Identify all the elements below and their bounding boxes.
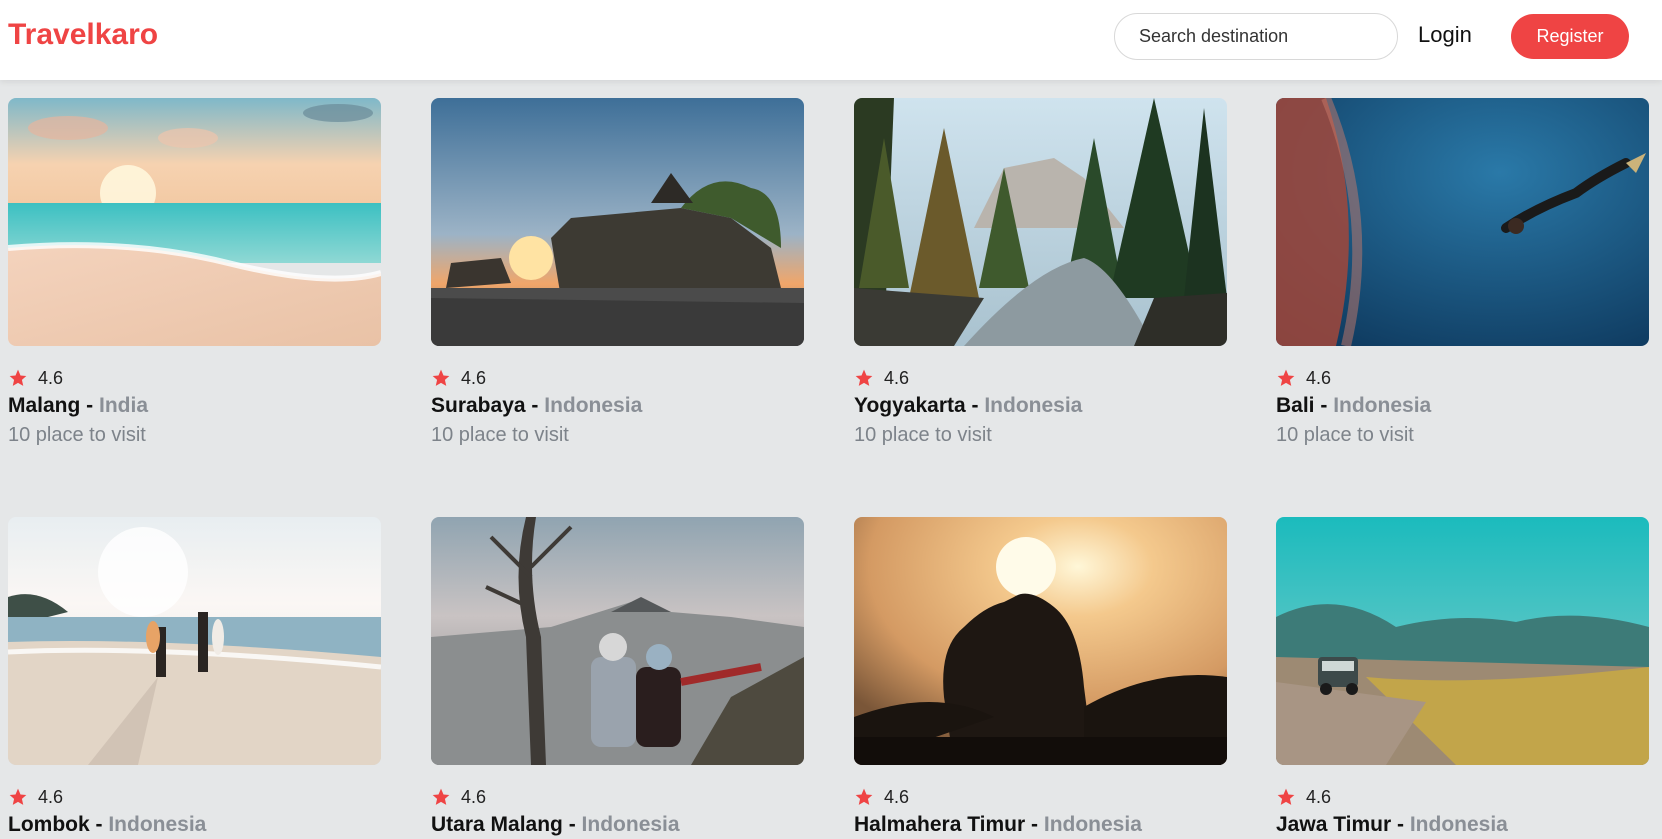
destination-card[interactable]: 4.6 Bali - Indonesia 10 place to visit — [1276, 98, 1649, 446]
destination-image-jeep[interactable] — [1276, 517, 1649, 765]
title-separator: - — [525, 394, 545, 417]
destination-image-surfers[interactable] — [8, 517, 381, 765]
title-separator: - — [1314, 394, 1334, 417]
rating: 4.6 — [431, 787, 486, 807]
destination-card[interactable]: 4.6 Surabaya - Indonesia 10 place to vis… — [431, 98, 804, 446]
rating: 4.6 — [854, 787, 909, 807]
rating-value: 4.6 — [38, 367, 64, 388]
destination-card[interactable]: 4.6 Malang - India 10 place to visit — [8, 98, 381, 446]
destination-title[interactable]: Lombok - Indonesia — [8, 813, 206, 837]
destination-image-underwater[interactable] — [1276, 98, 1649, 346]
title-separator: - — [1391, 813, 1410, 836]
destination-title[interactable]: Jawa Timur - Indonesia — [1276, 813, 1508, 837]
search-input[interactable] — [1114, 13, 1398, 60]
places-count: 10 place to visit — [8, 424, 146, 446]
rating-value: 4.6 — [38, 786, 64, 807]
rating-value: 4.6 — [1306, 786, 1332, 807]
title-separator: - — [562, 813, 582, 836]
star-icon — [855, 369, 873, 386]
rating-value: 4.6 — [884, 786, 910, 807]
star-icon — [9, 369, 27, 386]
country-name: Indonesia — [984, 394, 1083, 417]
city-name: Jawa Timur — [1276, 813, 1392, 836]
rating-value: 4.6 — [461, 367, 487, 388]
destination-card[interactable]: 4.6 Yogyakarta - Indonesia 10 place to v… — [854, 98, 1227, 446]
destination-image-silhouette[interactable] — [854, 517, 1227, 765]
register-button[interactable]: Register — [1511, 14, 1629, 59]
destination-title[interactable]: Malang - India — [8, 394, 148, 418]
rating-value: 4.6 — [461, 786, 487, 807]
rating: 4.6 — [854, 368, 909, 388]
rating: 4.6 — [1276, 787, 1331, 807]
country-name: Indonesia — [544, 394, 643, 417]
city-name: Surabaya — [431, 394, 526, 417]
country-name: Indonesia — [581, 813, 680, 836]
places-count: 10 place to visit — [1276, 424, 1414, 446]
destination-image-beach[interactable] — [8, 98, 381, 346]
logo[interactable]: Travelkaro — [8, 18, 158, 52]
country-name: Indonesia — [1409, 813, 1508, 836]
rating-value: 4.6 — [884, 367, 910, 388]
star-icon — [1277, 369, 1295, 386]
title-separator: - — [80, 394, 100, 417]
destination-image-forest[interactable] — [854, 98, 1227, 346]
destination-card[interactable]: 4.6 Halmahera Timur - Indonesia — [854, 517, 1227, 836]
destination-title[interactable]: Halmahera Timur - Indonesia — [854, 813, 1142, 837]
star-icon — [855, 788, 873, 805]
destination-title[interactable]: Utara Malang - Indonesia — [431, 813, 680, 837]
destination-card[interactable]: 4.6 Lombok - Indonesia — [8, 517, 381, 836]
city-name: Halmahera Timur — [854, 813, 1026, 836]
country-name: Indonesia — [1043, 813, 1142, 836]
destination-title[interactable]: Surabaya - Indonesia — [431, 394, 642, 418]
star-icon — [1277, 788, 1295, 805]
rating: 4.6 — [431, 368, 486, 388]
title-separator: - — [1025, 813, 1044, 836]
places-count: 10 place to visit — [431, 424, 569, 446]
destination-title[interactable]: Bali - Indonesia — [1276, 394, 1431, 418]
title-separator: - — [89, 813, 109, 836]
places-count: 10 place to visit — [854, 424, 992, 446]
country-name: Indonesia — [108, 813, 207, 836]
country-name: India — [99, 394, 149, 417]
country-name: Indonesia — [1333, 394, 1432, 417]
rating-value: 4.6 — [1306, 367, 1332, 388]
star-icon — [9, 788, 27, 805]
city-name: Bali — [1276, 394, 1315, 417]
navbar: Travelkaro Login Register — [0, 0, 1662, 80]
login-link[interactable]: Login — [1418, 22, 1472, 48]
city-name: Yogyakarta — [854, 394, 966, 417]
city-name: Malang — [8, 394, 81, 417]
city-name: Utara Malang — [431, 813, 563, 836]
star-icon — [432, 369, 450, 386]
destination-image-hikers[interactable] — [431, 517, 804, 765]
title-separator: - — [965, 394, 985, 417]
rating: 4.6 — [8, 368, 63, 388]
destination-image-temple[interactable] — [431, 98, 804, 346]
city-name: Lombok — [8, 813, 90, 836]
destination-card[interactable]: 4.6 Utara Malang - Indonesia — [431, 517, 804, 836]
destination-card[interactable]: 4.6 Jawa Timur - Indonesia — [1276, 517, 1649, 836]
rating: 4.6 — [1276, 368, 1331, 388]
destination-title[interactable]: Yogyakarta - Indonesia — [854, 394, 1082, 418]
star-icon — [432, 788, 450, 805]
rating: 4.6 — [8, 787, 63, 807]
